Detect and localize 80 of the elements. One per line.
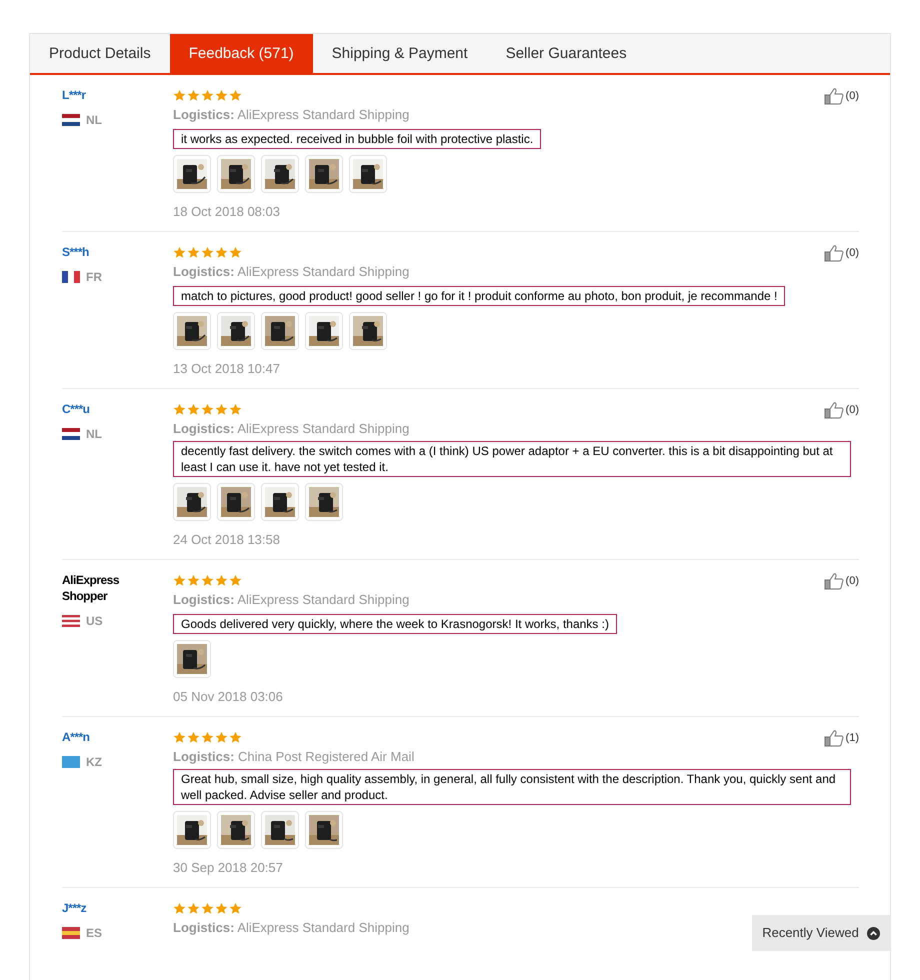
- review-date: 24 Oct 2018 13:58: [173, 530, 280, 548]
- review-date: 30 Sep 2018 20:57: [173, 858, 283, 877]
- reviewer-name: AliExpress Shopper: [62, 572, 120, 604]
- star-icon: [187, 902, 200, 914]
- flag-icon: [62, 927, 80, 939]
- country-code: FR: [86, 269, 102, 286]
- star-icon: [201, 88, 214, 102]
- star-icon: [173, 88, 186, 102]
- review-date: 13 Oct 2018 10:47: [173, 360, 280, 378]
- logistics-info: Logistics: AliExpress Standard Shipping: [173, 919, 410, 937]
- star-icon: [187, 88, 200, 102]
- helpful-button[interactable]: (0): [824, 244, 859, 262]
- review-text: match to pictures, good product! good seller ! go for it ! produit conforme au photo, bon produit, je recommande !: [173, 286, 786, 306]
- flag-icon: [62, 114, 80, 126]
- helpful-button[interactable]: (0): [824, 87, 859, 105]
- star-icon: [229, 730, 242, 744]
- star-icon: [201, 730, 214, 744]
- review-date: 05 Nov 2018 03:06: [173, 688, 283, 706]
- country-code: ES: [86, 925, 102, 942]
- star-icon: [187, 730, 200, 744]
- thumbs-up-icon: [824, 572, 844, 590]
- star-icon: [229, 246, 242, 258]
- star-icon: [201, 246, 214, 258]
- country-code: KZ: [86, 754, 102, 771]
- country-code: NL: [86, 112, 102, 129]
- reviewer-name[interactable]: S***h: [62, 244, 142, 260]
- flag-icon: [62, 756, 80, 768]
- star-icon: [215, 902, 228, 914]
- review-text: Great hub, small size, high quality assembly, in general, all fully consistent with the description. Thank you, quickly sent and well packed. Advise seller and product.: [173, 768, 851, 804]
- star-icon: [215, 730, 228, 744]
- star-icon: [173, 402, 186, 416]
- review-text: it works as expected. received in bubble foil with protective plastic.: [173, 128, 542, 148]
- star-icon: [173, 902, 186, 914]
- star-icon: [229, 88, 242, 102]
- thumbs-up-icon: [824, 729, 844, 747]
- star-icon: [187, 402, 200, 416]
- star-icon: [229, 574, 242, 586]
- reviewer-name[interactable]: J***z: [62, 900, 142, 916]
- flag-icon: [62, 428, 80, 440]
- thumbs-up-icon: [824, 87, 844, 105]
- tab[interactable]: Feedback (571): [170, 34, 313, 74]
- star-icon: [201, 902, 214, 914]
- star-icon: [201, 402, 214, 416]
- logistics-info: Logistics: AliExpress Standard Shipping: [173, 591, 410, 609]
- logistics-info: Logistics: AliExpress Standard Shipping: [173, 420, 410, 438]
- review-text: Goods delivered very quickly, where the week to Krasnogorsk! It works, thanks :): [173, 614, 617, 634]
- star-icon: [187, 574, 200, 586]
- star-icon: [229, 902, 242, 914]
- review-date: 18 Oct 2018 08:03: [173, 202, 280, 220]
- star-icon: [215, 246, 228, 258]
- chevron-up-icon: [866, 926, 880, 940]
- tab[interactable]: Product Details: [30, 34, 170, 74]
- thumbs-up-icon: [824, 244, 844, 262]
- helpful-button[interactable]: (0): [824, 401, 859, 419]
- reviewer-name[interactable]: L***r: [62, 87, 142, 103]
- star-icon: [201, 574, 214, 586]
- flag-icon: [62, 271, 80, 283]
- star-icon: [215, 574, 228, 586]
- reviewer-name[interactable]: A***n: [62, 729, 142, 745]
- helpful-button[interactable]: (0): [824, 572, 859, 590]
- logistics-info: Logistics: AliExpress Standard Shipping: [173, 106, 410, 124]
- star-icon: [187, 246, 200, 258]
- recently-viewed-button[interactable]: Recently Viewed: [752, 915, 890, 951]
- star-icon: [173, 730, 186, 744]
- helpful-button[interactable]: (1): [824, 729, 859, 747]
- star-icon: [215, 402, 228, 416]
- thumbs-up-icon: [824, 401, 844, 419]
- logistics-info: Logistics: China Post Registered Air Mail: [173, 748, 414, 766]
- reviewer-name[interactable]: C***u: [62, 401, 142, 417]
- logistics-info: Logistics: AliExpress Standard Shipping: [173, 263, 410, 281]
- country-code: US: [86, 613, 103, 630]
- star-icon: [215, 88, 228, 102]
- country-code: NL: [86, 426, 102, 443]
- star-icon: [173, 574, 186, 586]
- tab[interactable]: Seller Guarantees: [486, 34, 646, 74]
- flag-icon: [62, 615, 80, 627]
- tab[interactable]: Shipping & Payment: [312, 34, 487, 74]
- review-text: decently fast delivery. the switch comes with a (I think) US power adaptor + a EU converter. this is a bit disappointing but at least I can use it. have not yet tested it.: [173, 440, 851, 476]
- star-icon: [173, 246, 186, 258]
- star-icon: [229, 402, 242, 416]
